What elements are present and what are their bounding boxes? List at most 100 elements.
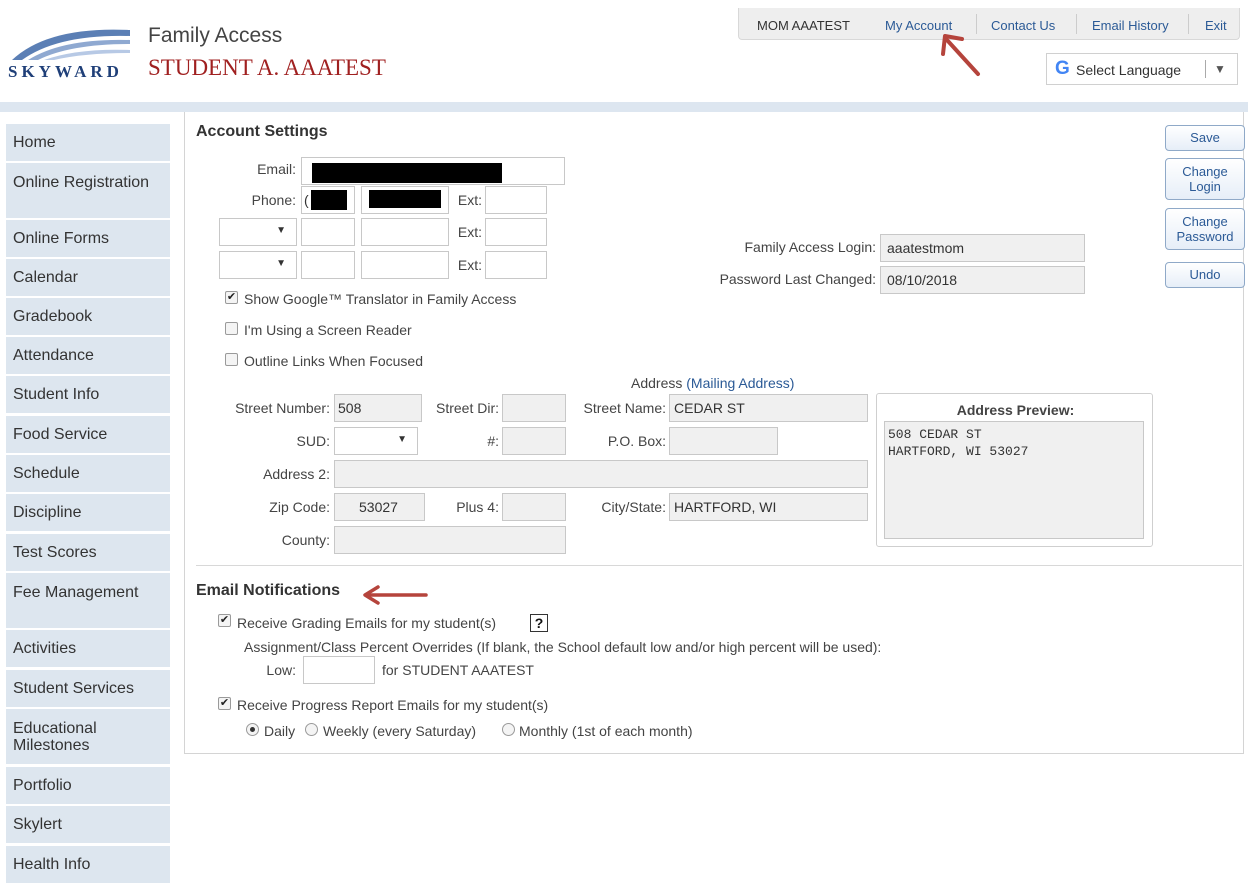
sud-label: SUD: xyxy=(296,433,330,449)
chevron-down-icon: ▼ xyxy=(397,434,407,445)
screen-reader-checkbox[interactable] xyxy=(225,322,238,335)
low-label: Low: xyxy=(266,662,296,678)
sidebar-item-online-forms[interactable]: Online Forms xyxy=(6,220,170,258)
skyward-logo: SKYWARD xyxy=(8,22,136,82)
sud-select[interactable]: ▼ xyxy=(334,427,418,455)
phone-number-field[interactable] xyxy=(361,186,449,214)
sidebar-item-educational-milestones[interactable]: Educational Milestones xyxy=(6,709,170,765)
grading-emails-label: Receive Grading Emails for my student(s) xyxy=(237,615,497,631)
sidebar-item-student-services[interactable]: Student Services xyxy=(6,670,170,708)
phone-ext-field[interactable] xyxy=(485,218,547,246)
address2-field[interactable] xyxy=(334,460,868,488)
po-box-field[interactable] xyxy=(669,427,778,455)
arrow-annotation-icon xyxy=(941,34,980,76)
change-password-button[interactable]: Change Password xyxy=(1165,208,1245,250)
login-field: aaatestmom xyxy=(880,234,1085,262)
phone-label: Phone: xyxy=(251,192,296,208)
arrow-annotation-icon xyxy=(363,585,428,605)
sidebar-item-food-service[interactable]: Food Service xyxy=(6,416,170,454)
section-divider xyxy=(196,565,1242,566)
sidebar-item-attendance[interactable]: Attendance xyxy=(6,337,170,375)
exit-link[interactable]: Exit xyxy=(1205,18,1227,33)
sidebar-item-student-info[interactable]: Student Info xyxy=(6,376,170,414)
help-icon[interactable]: ? xyxy=(530,614,548,632)
sidebar-item-schedule[interactable]: Schedule xyxy=(6,455,170,493)
ext-label: Ext: xyxy=(457,192,482,208)
phone-ext-field[interactable] xyxy=(485,186,547,214)
sidebar-item-test-scores[interactable]: Test Scores xyxy=(6,534,170,572)
street-dir-label: Street Dir: xyxy=(435,400,499,416)
contact-us-link[interactable]: Contact Us xyxy=(991,18,1055,33)
unit-number-field[interactable] xyxy=(502,427,566,455)
street-name-field[interactable]: CEDAR ST xyxy=(669,394,868,422)
undo-button[interactable]: Undo xyxy=(1165,262,1245,288)
weekly-radio[interactable] xyxy=(305,723,318,736)
redacted-block xyxy=(369,190,441,208)
county-label: County: xyxy=(281,532,330,548)
overrides-text: Assignment/Class Percent Overrides (If b… xyxy=(244,639,882,655)
chevron-down-icon: ▼ xyxy=(276,258,286,269)
sidebar-item-home[interactable]: Home xyxy=(6,124,170,162)
email-field[interactable] xyxy=(301,157,565,185)
screen-reader-label: I'm Using a Screen Reader xyxy=(244,322,412,338)
sidebar-item-online-registration[interactable]: Online Registration xyxy=(6,163,170,219)
progress-emails-checkbox[interactable]: ✔ xyxy=(218,697,231,710)
street-dir-field[interactable] xyxy=(502,394,566,422)
address-preview-title: Address Preview: xyxy=(956,402,1075,418)
outline-links-checkbox[interactable] xyxy=(225,353,238,366)
low-percent-student: for STUDENT AAATEST xyxy=(382,662,534,678)
nav-divider xyxy=(1076,14,1077,34)
phone-area-code-field[interactable]: ( xyxy=(301,186,355,214)
logo-swoosh-icon xyxy=(12,29,130,60)
mailing-address-link[interactable]: (Mailing Address) xyxy=(686,375,794,391)
phone-area-code-field[interactable] xyxy=(301,251,355,279)
phone-number-field[interactable] xyxy=(361,218,449,246)
redacted-block xyxy=(312,163,502,183)
address2-label: Address 2: xyxy=(263,466,330,482)
grading-emails-checkbox[interactable]: ✔ xyxy=(218,614,231,627)
student-name[interactable]: STUDENT A. AAATEST xyxy=(148,55,386,81)
sidebar-item-skylert[interactable]: Skylert xyxy=(6,806,170,844)
outline-links-label: Outline Links When Focused xyxy=(244,353,423,369)
progress-emails-label: Receive Progress Report Emails for my st… xyxy=(237,697,549,713)
weekly-label: Weekly (every Saturday) xyxy=(323,723,477,739)
sidebar-item-portfolio[interactable]: Portfolio xyxy=(6,767,170,805)
phone-area-code-field[interactable] xyxy=(301,218,355,246)
language-label: Select Language xyxy=(1076,62,1182,78)
plus4-field[interactable] xyxy=(502,493,566,521)
phone-type-select[interactable]: ▼ xyxy=(219,251,297,279)
monthly-radio[interactable] xyxy=(502,723,515,736)
street-name-label: Street Name: xyxy=(583,400,666,416)
phone-type-select[interactable]: ▼ xyxy=(219,218,297,246)
sidebar-item-discipline[interactable]: Discipline xyxy=(6,494,170,532)
daily-radio[interactable] xyxy=(246,723,259,736)
phone-number-field[interactable] xyxy=(361,251,449,279)
plus4-label: Plus 4: xyxy=(456,499,499,515)
sidebar-item-activities[interactable]: Activities xyxy=(6,630,170,668)
sidebar: Home Online Registration Online Forms Ca… xyxy=(0,112,176,884)
change-login-button[interactable]: Change Login xyxy=(1165,158,1245,200)
sidebar-item-gradebook[interactable]: Gradebook xyxy=(6,298,170,336)
county-field[interactable] xyxy=(334,526,566,554)
sidebar-item-calendar[interactable]: Calendar xyxy=(6,259,170,297)
po-box-label: P.O. Box: xyxy=(607,433,666,449)
email-history-link[interactable]: Email History xyxy=(1092,18,1169,33)
current-user: MOM AAATEST xyxy=(757,18,850,33)
header-divider xyxy=(0,102,1248,112)
chevron-down-icon: ▼ xyxy=(276,225,286,236)
phone-ext-field[interactable] xyxy=(485,251,547,279)
show-translator-label: Show Google™ Translator in Family Access xyxy=(244,291,517,307)
low-percent-field[interactable] xyxy=(303,656,375,684)
sidebar-item-fee-management[interactable]: Fee Management xyxy=(6,573,170,629)
show-translator-checkbox[interactable]: ✔ xyxy=(225,291,238,304)
zip-code-field[interactable]: 53027 xyxy=(334,493,425,521)
save-button[interactable]: Save xyxy=(1165,125,1245,151)
language-divider xyxy=(1205,60,1206,78)
nav-divider xyxy=(1188,14,1189,34)
password-changed-label: Password Last Changed: xyxy=(719,271,876,287)
sidebar-item-health-info[interactable]: Health Info xyxy=(6,846,170,884)
city-state-field[interactable]: HARTFORD, WI xyxy=(669,493,868,521)
street-number-field[interactable]: 508 xyxy=(334,394,422,422)
address-preview-box: Address Preview: 508 CEDAR ST HARTFORD, … xyxy=(876,393,1153,547)
language-selector[interactable]: G Select Language ▼ xyxy=(1046,53,1238,85)
